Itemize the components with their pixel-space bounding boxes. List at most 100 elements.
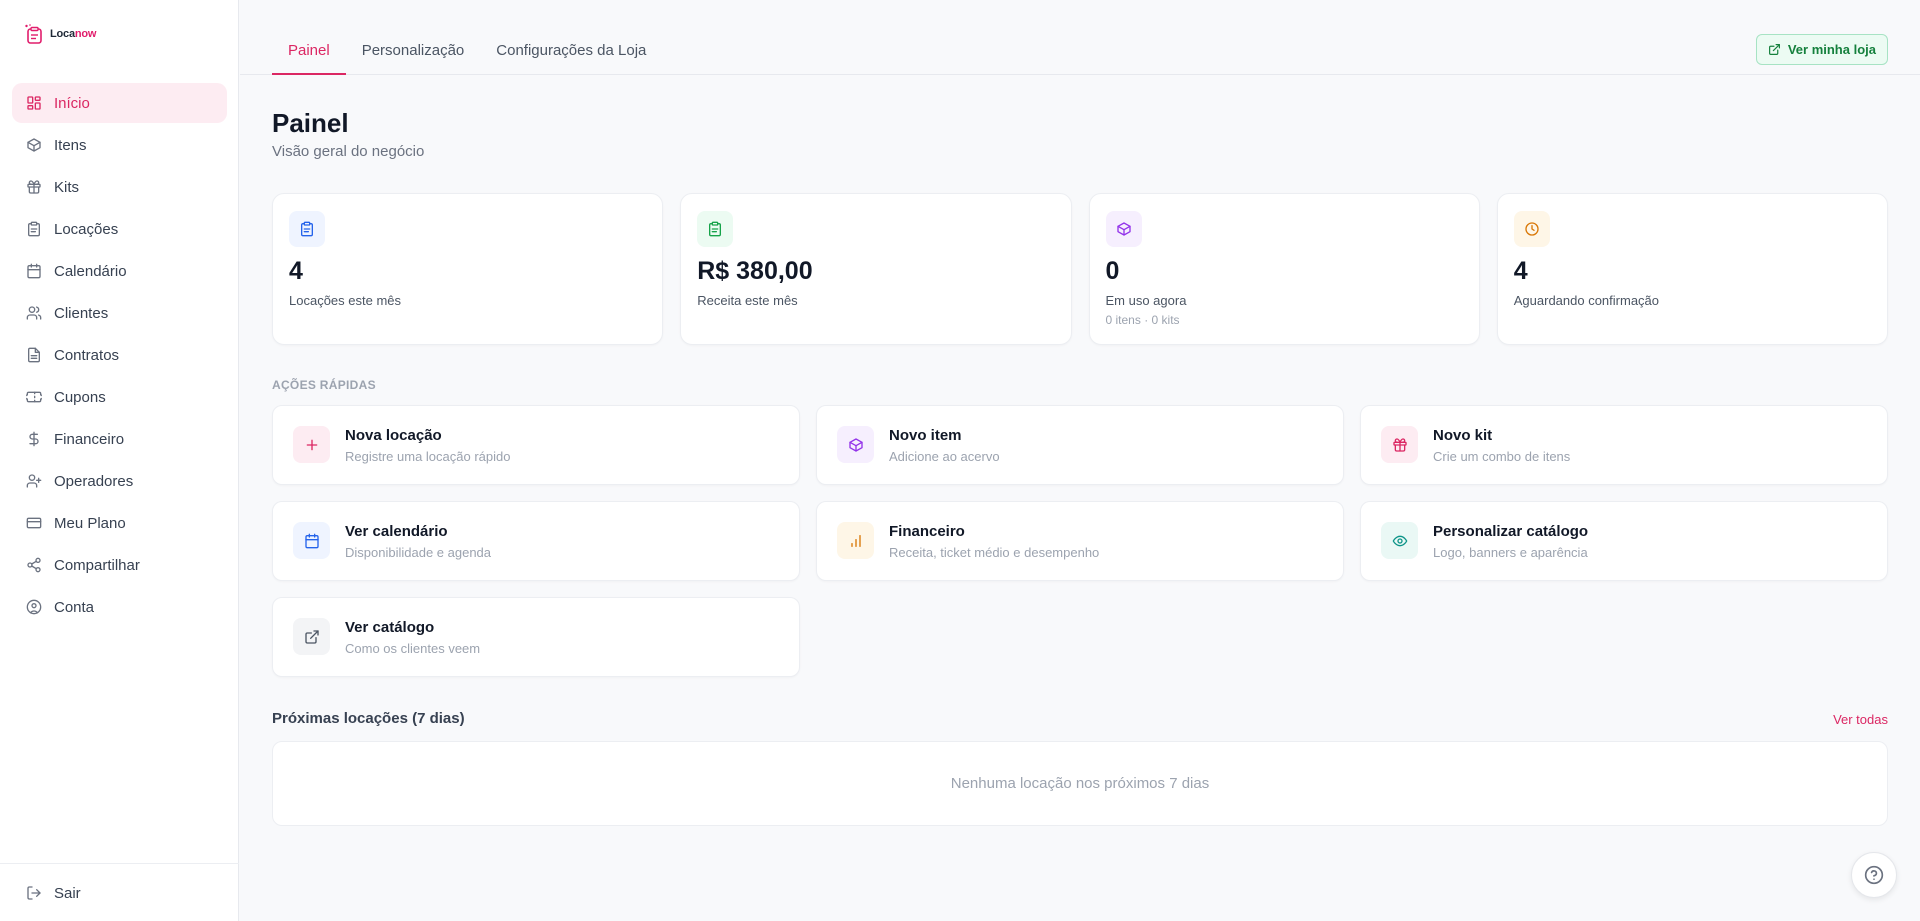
sidebar-item-label: Locações bbox=[54, 220, 119, 238]
tab-configuracoes-loja[interactable]: Configurações da Loja bbox=[480, 32, 662, 74]
view-store-button[interactable]: Ver minha loja bbox=[1755, 34, 1888, 65]
page-subtitle: Visão geral do negócio bbox=[272, 143, 425, 160]
action-description: Adicione ao acervo bbox=[889, 449, 1000, 464]
see-all-link[interactable]: Ver todas bbox=[1833, 712, 1888, 727]
quick-action-new-item[interactable]: Novo item Adicione ao acervo bbox=[816, 405, 1344, 485]
external-link-icon bbox=[1768, 44, 1780, 55]
calendar-icon bbox=[27, 263, 41, 279]
quick-action-new-kit[interactable]: Novo kit Crie um combo de itens bbox=[1360, 405, 1888, 485]
dollar-icon bbox=[29, 431, 39, 447]
sidebar-item-itens[interactable]: Itens bbox=[12, 125, 227, 165]
sidebar-item-label: Compartilhar bbox=[54, 556, 140, 574]
action-title: Financeiro bbox=[889, 523, 965, 540]
sidebar-item-conta[interactable]: Conta bbox=[12, 587, 227, 627]
sidebar-item-inicio[interactable]: Início bbox=[12, 83, 227, 123]
sidebar-item-clientes[interactable]: Clientes bbox=[12, 293, 227, 333]
sidebar-item-contratos[interactable]: Contratos bbox=[12, 335, 227, 375]
quick-action-new-rental[interactable]: Nova locação Registre uma locação rápido bbox=[272, 405, 800, 485]
action-title: Ver calendário bbox=[345, 523, 448, 540]
sidebar-item-cupons[interactable]: Cupons bbox=[12, 377, 227, 417]
sidebar-item-meu-plano[interactable]: Meu Plano bbox=[12, 503, 227, 543]
stats-row: 4 Locações este mês R$ 380,00 Receita es… bbox=[272, 193, 1888, 345]
upcoming-rentals-panel: Nenhuma locação nos próximos 7 dias bbox=[272, 741, 1888, 826]
sidebar-item-label: Meu Plano bbox=[54, 514, 126, 532]
plus-icon bbox=[293, 426, 330, 463]
logout-icon bbox=[27, 886, 41, 900]
sidebar-item-kits[interactable]: Kits bbox=[12, 167, 227, 207]
tab-personalizacao[interactable]: Personalização bbox=[346, 32, 481, 74]
sidebar-item-label: Itens bbox=[54, 136, 87, 154]
stat-sublabel: 0 itens · 0 kits bbox=[1105, 313, 1180, 327]
box-icon bbox=[27, 138, 41, 152]
stat-card-revenue-month: R$ 380,00 Receita este mês bbox=[680, 193, 1072, 345]
top-bar: Painel Personalização Configurações da L… bbox=[240, 0, 1920, 75]
quick-action-calendar[interactable]: Ver calendário Disponibilidade e agenda bbox=[272, 501, 800, 581]
user-circle-icon bbox=[26, 599, 42, 615]
gift-icon bbox=[27, 180, 41, 194]
clipboard-icon bbox=[28, 221, 40, 237]
quick-actions-heading: AÇÕES RÁPIDAS bbox=[272, 378, 376, 392]
stat-card-in-use: 0 Em uso agora 0 itens · 0 kits bbox=[1088, 193, 1480, 345]
calendar-icon bbox=[293, 522, 330, 559]
share-icon bbox=[27, 557, 41, 573]
quick-action-view-catalog[interactable]: Ver catálogo Como os clientes veem bbox=[272, 597, 800, 677]
tab-painel[interactable]: Painel bbox=[272, 32, 346, 75]
page-title: Painel bbox=[272, 108, 349, 138]
sidebar-item-calendario[interactable]: Calendário bbox=[12, 251, 227, 291]
sidebar-item-financeiro[interactable]: Financeiro bbox=[12, 419, 227, 459]
action-title: Novo item bbox=[889, 427, 962, 444]
sidebar-item-operadores[interactable]: Operadores bbox=[12, 461, 227, 501]
action-title: Nova locação bbox=[345, 427, 442, 444]
sidebar-item-label: Clientes bbox=[54, 304, 109, 322]
bar-chart-icon bbox=[837, 522, 874, 559]
box-icon bbox=[1105, 211, 1142, 247]
stat-value: 4 bbox=[289, 257, 303, 285]
action-description: Logo, banners e aparência bbox=[1433, 545, 1588, 560]
action-title: Ver catálogo bbox=[345, 619, 435, 636]
stat-value: 0 bbox=[1105, 257, 1120, 285]
app-logo[interactable]: Locanow bbox=[24, 24, 96, 44]
stat-label: Locações este mês bbox=[289, 293, 402, 308]
sidebar-item-label: Contratos bbox=[54, 346, 120, 364]
stat-label: Aguardando confirmação bbox=[1513, 293, 1660, 308]
sidebar-item-label: Financeiro bbox=[54, 430, 125, 448]
logout-button[interactable]: Sair bbox=[12, 873, 227, 913]
sidebar-item-locacoes[interactable]: Locações bbox=[12, 209, 227, 249]
sidebar-item-label: Início bbox=[54, 94, 90, 112]
sidebar-item-label: Cupons bbox=[54, 388, 106, 406]
sidebar-nav: Início Itens Kits Locações Calendário Cl… bbox=[12, 83, 227, 629]
stat-card-pending: 4 Aguardando confirmação bbox=[1496, 193, 1888, 345]
sidebar-item-compartilhar[interactable]: Compartilhar bbox=[12, 545, 227, 585]
logo-icon bbox=[24, 24, 46, 44]
sidebar-item-label: Conta bbox=[54, 598, 95, 616]
users-icon bbox=[26, 306, 42, 320]
credit-card-icon bbox=[26, 517, 42, 529]
file-icon bbox=[28, 347, 40, 363]
upcoming-rentals-heading: Próximas locações (7 dias) bbox=[272, 710, 465, 727]
empty-state-text: Nenhuma locação nos próximos 7 dias bbox=[950, 775, 1210, 792]
action-description: Registre uma locação rápido bbox=[345, 449, 511, 464]
gift-icon bbox=[1381, 426, 1418, 463]
logo-text: Locanow bbox=[50, 28, 97, 40]
stat-value: 4 bbox=[1513, 257, 1528, 285]
grid-icon bbox=[27, 96, 41, 110]
main-content: Painel Personalização Configurações da L… bbox=[240, 0, 1920, 921]
clock-icon bbox=[1513, 211, 1550, 247]
ticket-icon bbox=[26, 391, 42, 403]
quick-action-customize-catalog[interactable]: Personalizar catálogo Logo, banners e ap… bbox=[1360, 501, 1888, 581]
action-description: Receita, ticket médio e desempenho bbox=[889, 545, 1100, 560]
action-description: Disponibilidade e agenda bbox=[345, 545, 492, 560]
help-button[interactable] bbox=[1851, 852, 1897, 898]
help-icon bbox=[1864, 865, 1884, 885]
sidebar: Locanow Início Itens Kits Locações Calen… bbox=[0, 0, 239, 921]
clipboard-icon bbox=[697, 211, 734, 247]
tab-bar: Painel Personalização Configurações da L… bbox=[272, 32, 662, 75]
box-icon bbox=[837, 426, 874, 463]
external-link-icon bbox=[293, 618, 330, 655]
stat-card-rentals-month: 4 Locações este mês bbox=[272, 193, 664, 345]
stat-label: Receita este mês bbox=[697, 293, 798, 308]
stat-value: R$ 380,00 bbox=[697, 257, 813, 285]
quick-action-financial[interactable]: Financeiro Receita, ticket médio e desem… bbox=[816, 501, 1344, 581]
sidebar-item-label: Calendário bbox=[54, 262, 127, 280]
action-title: Novo kit bbox=[1433, 427, 1493, 444]
